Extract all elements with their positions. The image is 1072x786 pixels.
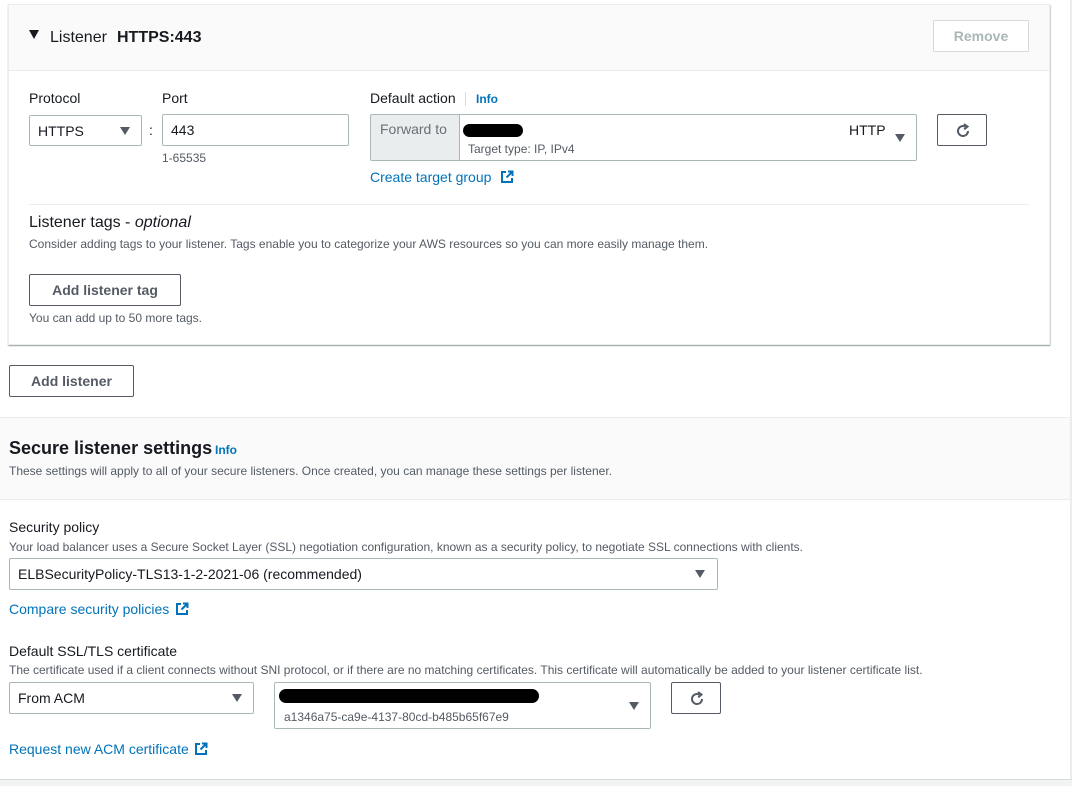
chevron-down-icon [895, 134, 905, 142]
external-link-icon[interactable] [500, 170, 514, 184]
forward-target-select[interactable]: Forward to HTTP Target type: IP, IPv4 [370, 114, 917, 161]
compare-security-policies-link[interactable]: Compare security policies [9, 601, 169, 617]
protocol-select[interactable]: HTTPS [29, 115, 142, 146]
port-value: 443 [171, 122, 195, 138]
secure-settings-info-link[interactable]: Info [215, 443, 237, 457]
info-divider [465, 92, 466, 106]
listener-tags-title-text: Listener tags - [29, 214, 135, 231]
secure-settings-description: These settings will apply to all of your… [9, 464, 612, 478]
certificate-select[interactable]: a1346a75-ca9e-4137-80cd-b485b65f67e9 [274, 682, 651, 729]
create-target-group-link[interactable]: Create target group [370, 169, 491, 185]
certificate-source-select[interactable]: From ACM [9, 682, 254, 714]
request-acm-certificate-label: Request new ACM certificate [9, 741, 189, 757]
tags-divider [29, 204, 1029, 205]
listener-header-label: Listener [50, 29, 107, 46]
listener-tags-title: Listener tags - optional [29, 214, 191, 232]
port-label: Port [162, 90, 188, 106]
listener-tags-optional: optional [134, 214, 191, 231]
refresh-icon [691, 691, 704, 705]
add-listener-button[interactable]: Add listener [9, 365, 134, 397]
target-type: Target type: IP, IPv4 [468, 142, 575, 156]
external-link-icon[interactable] [175, 602, 189, 616]
listener-header[interactable]: Listener HTTPS:443 Remove [9, 5, 1049, 71]
security-policy-value: ELBSecurityPolicy-TLS13-1-2-2021-06 (rec… [18, 566, 362, 582]
certificate-source-value: From ACM [18, 690, 85, 706]
listener-header-port: HTTPS:443 [117, 29, 202, 46]
refresh-icon [957, 123, 970, 137]
certificate-label: Default SSL/TLS certificate [9, 643, 178, 659]
listener-tags-description: Consider adding tags to your listener. T… [29, 237, 709, 251]
redacted-certificate-domain [279, 689, 539, 703]
chevron-down-icon [629, 702, 639, 710]
create-target-group-label: Create target group [370, 169, 492, 185]
default-action-info-link[interactable]: Info [476, 92, 498, 106]
port-hint: 1-65535 [162, 151, 207, 165]
security-policy-description: Your load balancer uses a Secure Socket … [9, 540, 804, 554]
page-bottom-border [0, 779, 1072, 786]
certificate-id: a1346a75-ca9e-4137-80cd-b485b65f67e9 [284, 710, 509, 724]
request-acm-certificate-link[interactable]: Request new ACM certificate [9, 741, 189, 757]
security-policy-select[interactable]: ELBSecurityPolicy-TLS13-1-2-2021-06 (rec… [9, 558, 718, 590]
refresh-target-groups-button[interactable] [937, 114, 987, 146]
protocol-port-separator: : [149, 122, 153, 138]
chevron-down-icon [232, 694, 242, 702]
compare-security-policies-label: Compare security policies [9, 601, 170, 617]
tags-limit-text: You can add up to 50 more tags. [29, 311, 203, 325]
certificate-description: The certificate used if a client connect… [9, 663, 923, 677]
remove-listener-button[interactable]: Remove [933, 20, 1029, 52]
port-input[interactable]: 443 [162, 114, 349, 146]
chevron-down-icon [695, 570, 705, 578]
external-link-icon[interactable] [194, 742, 208, 756]
default-action-label: Default action [370, 90, 456, 106]
forward-to-prefix: Forward to [380, 121, 447, 137]
security-policy-label: Security policy [9, 519, 100, 535]
chevron-down-icon [120, 127, 130, 135]
caret-down-icon[interactable] [29, 30, 39, 39]
target-protocol: HTTP [849, 122, 886, 138]
forward-to-prefix-box: Forward to [371, 115, 460, 160]
protocol-label: Protocol [29, 90, 81, 106]
redacted-target-group-name [463, 124, 523, 137]
listener-card: Listener HTTPS:443 Remove Protocol HTTPS… [8, 4, 1050, 345]
add-listener-tag-button[interactable]: Add listener tag [29, 274, 181, 306]
protocol-value: HTTPS [38, 123, 84, 139]
refresh-certificates-button[interactable] [671, 682, 721, 714]
secure-settings-title: Secure listener settings [9, 438, 213, 458]
